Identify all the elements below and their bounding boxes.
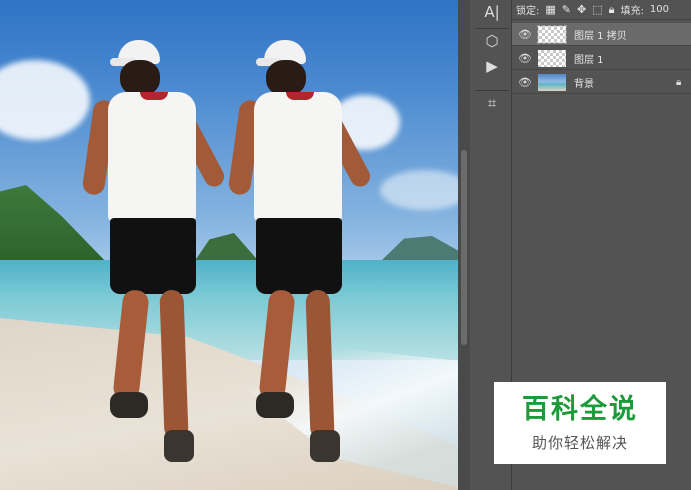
leg [258,288,296,402]
layer-lock-icon[interactable]: 🔒︎ [676,77,691,88]
leg [159,289,189,441]
visibility-eye-icon[interactable]: 👁︎ [512,52,538,65]
layer-thumbnail [537,24,567,44]
collar [140,92,168,100]
runner-right-copy [226,0,376,470]
shoe [110,392,148,418]
shoe [256,392,294,418]
layer-row-background[interactable]: 👁︎ 背景 🔒︎ [512,71,691,94]
lock-all-icon[interactable]: 🔒︎ [609,3,615,17]
visibility-eye-icon[interactable]: 👁︎ [512,28,538,41]
leg [112,288,150,402]
fill-label: 填充: [620,6,644,17]
shorts [256,218,342,294]
collar [286,92,314,100]
play-icon[interactable]: ▶ [475,54,509,78]
watermark-subtitle: 助你轻松解决 [531,434,628,452]
island-right [380,236,458,262]
head [120,60,160,96]
visibility-eye-icon[interactable]: 👁︎ [512,76,538,89]
layer-row-layer1[interactable]: 👁︎ 图层 1 [512,47,691,70]
leg [305,289,335,441]
lock-label: 锁定: [516,6,540,17]
document-canvas[interactable] [0,0,458,490]
head [266,60,306,96]
lock-image-pixels-icon[interactable]: ✎ [562,3,571,16]
shirt [254,92,342,222]
runner-left [80,0,230,470]
layer-row-layer1-copy[interactable]: 👁︎ 图层 1 拷贝 [512,23,691,46]
cloud [380,170,458,210]
crop-icon[interactable]: ⌗ [475,90,509,115]
scrollbar-thumb[interactable] [461,150,467,345]
layer-name: 图层 1 [574,54,604,66]
layer-name: 背景 [574,78,594,90]
3d-icon[interactable]: ⬡ [475,28,509,53]
fill-value[interactable]: 100 [650,4,669,15]
panel-tool-strip: A| ⬡ ▶ ⌗ [475,0,509,120]
layer-thumbnail [538,49,566,67]
layer-name: 图层 1 拷贝 [574,30,627,42]
lock-transparent-pixels-icon[interactable]: ▦ [545,3,555,16]
shorts [110,218,196,294]
lock-position-icon[interactable]: ✥ [577,3,586,16]
watermark-title: 百科全说 [522,394,638,425]
shirt [108,92,196,222]
lock-artboard-icon[interactable]: ⬚ [592,3,602,16]
shoe [310,430,340,462]
shoe [164,430,194,462]
watermark-logo: 百科全说 助你轻松解决 [494,382,666,464]
character-panel-icon[interactable]: A| [475,0,509,24]
cloud [0,60,90,140]
lock-bar: 锁定: ▦ ✎ ✥ ⬚ 🔒︎ 填充: 100 [512,0,691,20]
layer-thumbnail [538,73,566,91]
